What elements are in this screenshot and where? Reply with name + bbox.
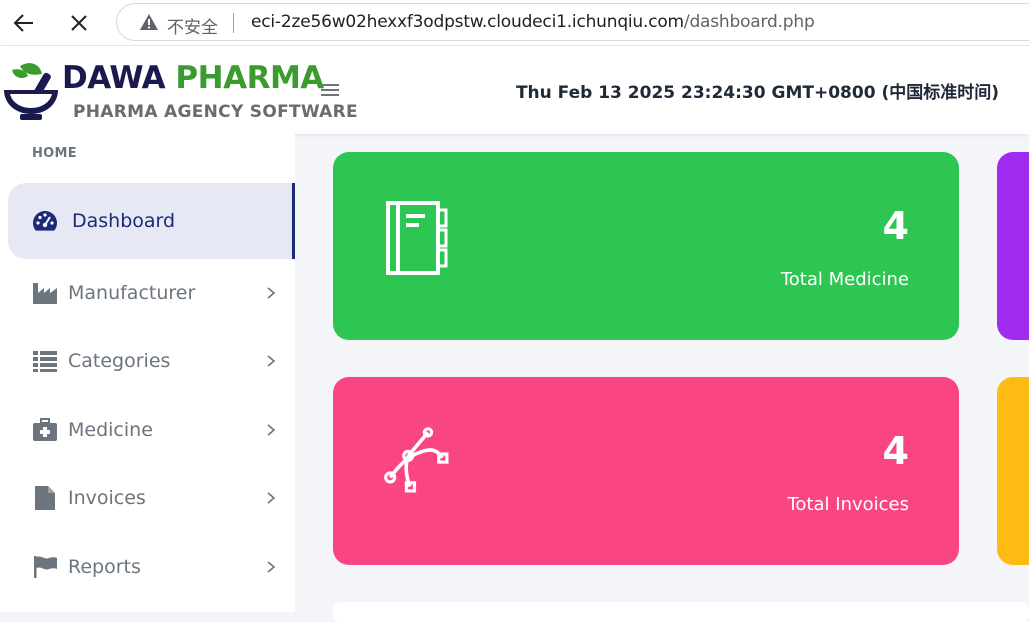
industry-icon — [32, 280, 58, 306]
chevron-right-icon — [267, 561, 276, 573]
logo-word-pharma: PHARMA — [175, 60, 324, 96]
sidebar-item-label: Manufacturer — [68, 282, 196, 304]
flag-icon — [32, 554, 58, 580]
logo-word-dawa: DAWA — [62, 60, 166, 96]
sidebar-item-label: Reports — [68, 556, 141, 578]
file-icon — [32, 485, 58, 511]
chevron-right-icon — [267, 424, 276, 436]
chevron-right-icon — [267, 492, 276, 504]
hamburger-menu-icon — [321, 84, 339, 96]
close-icon — [71, 15, 87, 31]
url-text[interactable]: eci-2ze56w02hexxf3odpstw.cloudeci1.ichun… — [251, 12, 815, 32]
total-invoices-count: 4 — [882, 429, 909, 473]
url-host: eci-2ze56w02hexxf3odpstw.cloudeci1.ichun… — [251, 12, 684, 32]
sidebar-item-label: Invoices — [68, 487, 146, 509]
dashboard-gauge-icon — [32, 208, 58, 234]
sidebar-item-label: Medicine — [68, 419, 153, 441]
back-button[interactable] — [9, 8, 39, 38]
sidebar-item-reports[interactable]: Reports — [8, 529, 295, 605]
stat-card-4[interactable] — [997, 377, 1029, 565]
sidebar-item-categories[interactable]: Categories — [8, 323, 295, 399]
app-header: DAWA PHARMA PHARMA AGENCY SOFTWARE Thu F… — [0, 46, 1029, 134]
address-bar[interactable]: 不安全 eci-2ze56w02hexxf3odpstw.cloudeci1.i… — [116, 3, 1029, 41]
vector-path-icon — [384, 427, 449, 493]
logo-title: DAWA PHARMA — [62, 60, 324, 96]
address-separator — [233, 13, 234, 33]
sidebar-item-dashboard[interactable]: Dashboard — [8, 183, 295, 259]
browser-toolbar: 不安全 eci-2ze56w02hexxf3odpstw.cloudeci1.i… — [0, 0, 1029, 46]
warning-icon[interactable] — [139, 13, 159, 31]
total-invoices-card[interactable]: 4 Total Invoices — [333, 377, 959, 565]
security-status-label[interactable]: 不安全 — [167, 13, 218, 38]
total-invoices-label: Total Invoices — [787, 494, 910, 515]
notebook-icon — [386, 201, 448, 275]
stat-card-3[interactable] — [997, 152, 1029, 340]
total-medicine-count: 4 — [882, 204, 909, 248]
brand-logo[interactable]: DAWA PHARMA PHARMA AGENCY SOFTWARE — [0, 56, 358, 132]
logo-subtitle: PHARMA AGENCY SOFTWARE — [73, 102, 358, 122]
medkit-icon — [32, 417, 58, 443]
chevron-right-icon — [267, 287, 276, 299]
total-medicine-card[interactable]: 4 Total Medicine — [333, 152, 959, 340]
sidebar: HOME Dashboard Manufacturer Categories M… — [0, 134, 295, 612]
list-icon — [32, 348, 58, 374]
total-medicine-label: Total Medicine — [780, 269, 909, 290]
sidebar-item-manufacturer[interactable]: Manufacturer — [8, 255, 295, 331]
back-arrow-icon — [13, 14, 33, 32]
mortar-pestle-logo-icon — [4, 63, 58, 120]
menu-toggle-button[interactable] — [318, 78, 342, 102]
stop-button[interactable] — [64, 8, 94, 38]
sidebar-item-label: Dashboard — [72, 210, 176, 232]
current-datetime: Thu Feb 13 2025 23:24:30 GMT+0800 (中国标准时… — [515, 83, 999, 103]
content-panel — [333, 602, 1029, 622]
sidebar-item-medicine[interactable]: Medicine — [8, 392, 295, 468]
sidebar-item-label: Categories — [68, 350, 171, 372]
url-path: /dashboard.php — [683, 12, 815, 32]
sidebar-item-invoices[interactable]: Invoices — [8, 460, 295, 536]
sidebar-section-home: HOME — [32, 146, 77, 161]
chevron-right-icon — [267, 355, 276, 367]
